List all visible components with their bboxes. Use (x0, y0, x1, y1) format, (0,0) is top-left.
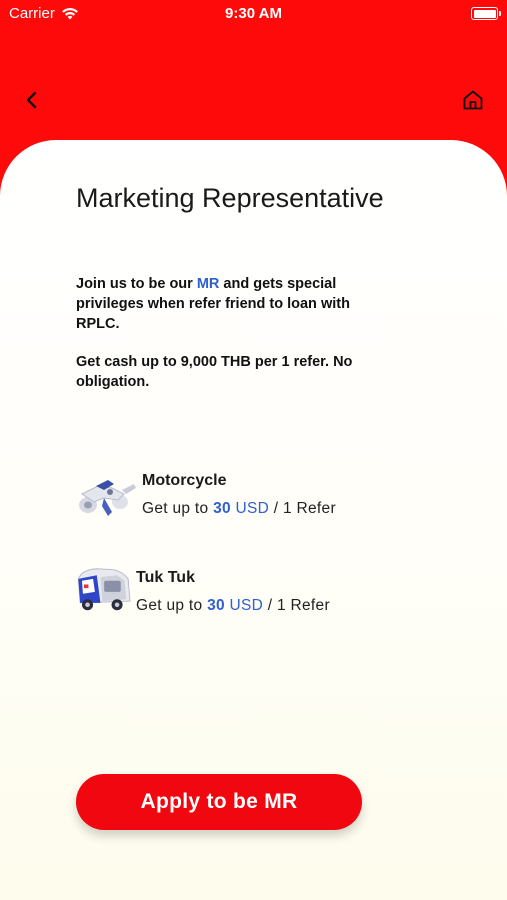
tuk-tuk-icon (77, 568, 131, 611)
reward-prefix: Get up to (142, 500, 214, 517)
motorcycle-icon (79, 480, 136, 516)
reward-amount: 30 (207, 597, 225, 614)
battery-level (473, 9, 496, 18)
home-icon (463, 90, 483, 110)
reward-suffix: / 1 Refer (269, 500, 336, 517)
reward-amount: 30 (213, 500, 231, 517)
vehicle-name: Motorcycle (142, 472, 227, 489)
status-time: 9:30 AM (225, 5, 282, 22)
apply-button[interactable]: Apply to be MR (76, 774, 362, 830)
home-button[interactable] (461, 88, 485, 112)
status-bar: Carrier 9:30 AM (0, 0, 507, 28)
vehicle-name: Tuk Tuk (136, 569, 195, 586)
reward-currency: USD (229, 597, 264, 614)
reward-prefix: Get up to (136, 597, 208, 614)
vehicle-reward: Get up to 30 USD / 1 Refer (136, 597, 330, 615)
back-button[interactable] (20, 88, 44, 112)
intro-text-start: Join us to be our (76, 276, 197, 292)
mr-highlight: MR (196, 276, 220, 292)
cash-description: Get cash up to 9,000 THB per 1 refer. No… (76, 354, 353, 390)
page-title: Marketing Representative (76, 183, 384, 213)
vehicle-reward: Get up to 30 USD / 1 Refer (142, 500, 336, 518)
battery-icon (471, 7, 501, 20)
intro-description: Join us to be our MR and gets special pr… (76, 274, 386, 334)
reward-suffix: / 1 Refer (263, 597, 330, 614)
chevron-left-icon (26, 91, 37, 109)
reward-currency: USD (235, 500, 270, 517)
